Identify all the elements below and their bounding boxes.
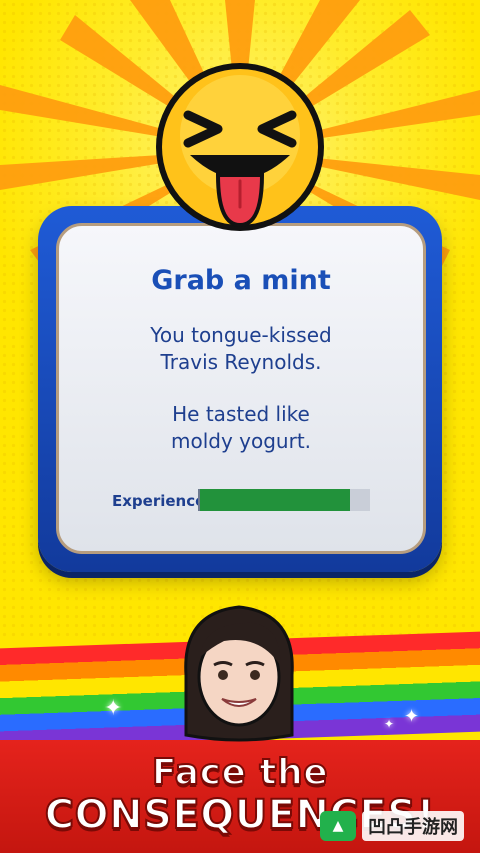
sparkle-icon: ✦: [104, 696, 123, 721]
card-message-line-4: moldy yogurt.: [170, 429, 312, 453]
watermark-logo-icon: ▲: [320, 811, 356, 841]
experience-bar: [198, 489, 370, 511]
card-message-line-1: You tongue-kissed: [150, 323, 332, 347]
card-message-line-2: Travis Reynolds.: [160, 350, 322, 374]
card-title: Grab a mint: [151, 265, 331, 296]
tongue-out-squint-emoji: [156, 63, 324, 231]
promo-line-1: Face the: [151, 751, 329, 794]
woman-avatar: [184, 605, 294, 742]
card-message-line-3: He tasted like: [172, 402, 310, 426]
experience-bar-fill: [200, 489, 350, 511]
site-watermark: ▲ 凹凸手游网: [320, 808, 470, 844]
sparkle-icon: ✦: [404, 706, 420, 727]
watermark-text: 凹凸手游网: [362, 811, 464, 841]
experience-label: Experience: [112, 492, 206, 510]
sparkle-icon: ✦: [384, 717, 395, 731]
